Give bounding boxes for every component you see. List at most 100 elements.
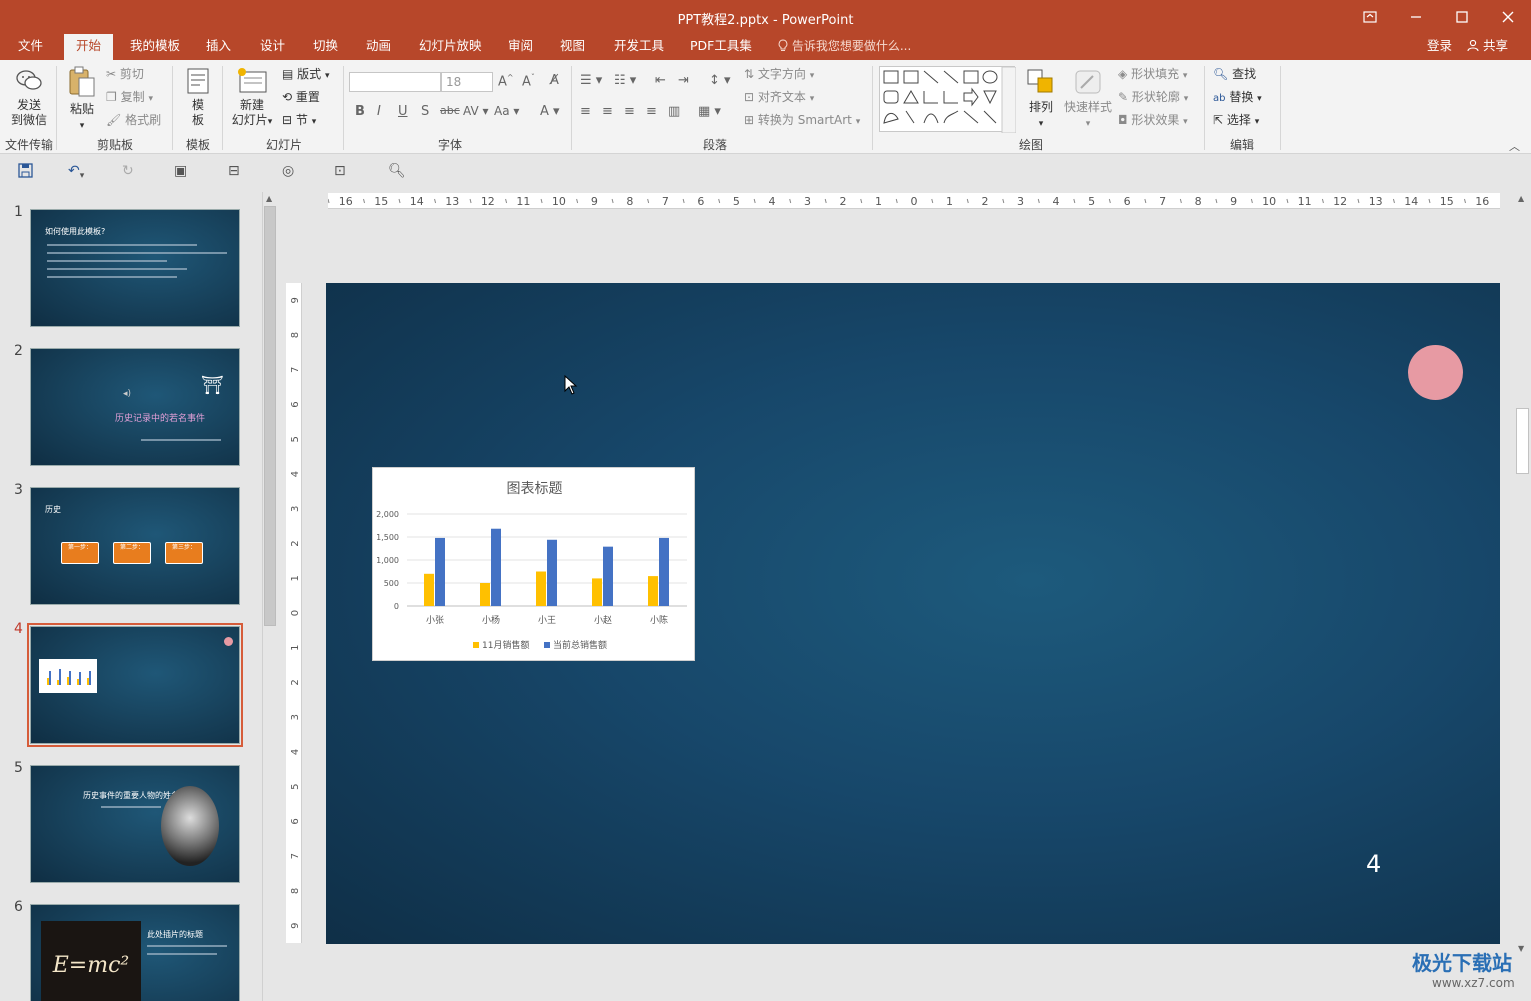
columns-icon[interactable]: ▦ ▾ [698, 104, 721, 119]
italic-icon[interactable]: I [377, 104, 381, 119]
arrange-button[interactable]: 排列 ▾ [1022, 68, 1060, 132]
close-icon[interactable] [1485, 0, 1531, 34]
minimize-icon[interactable] [1393, 0, 1439, 34]
slide-thumbnail-3[interactable]: 历史 第一步： 第二步： 第三步： [30, 487, 240, 605]
tab-pdf-tools[interactable]: PDF工具集 [678, 34, 764, 60]
shape-fill-button[interactable]: ◈ 形状填充 ▾ [1118, 66, 1187, 84]
ruler-label: 5 [290, 436, 301, 442]
tab-home[interactable]: 开始 [64, 34, 114, 60]
bullets-icon[interactable]: ☰ ▾ [580, 73, 602, 88]
change-case-icon[interactable]: Aa ▾ [494, 104, 519, 118]
underline-icon[interactable]: U [398, 104, 408, 119]
grow-font-icon[interactable]: A^ [498, 73, 514, 89]
align-left-icon[interactable]: ≡ [580, 104, 591, 119]
tab-animations[interactable]: 动画 [354, 34, 403, 60]
watermark-url: www.xz7.com [1432, 976, 1515, 990]
reset-button[interactable]: ⟲ 重置 [282, 89, 320, 105]
undo-icon[interactable]: ↶ ▾ [68, 163, 84, 181]
maximize-icon[interactable] [1439, 0, 1485, 34]
convert-smartart-button[interactable]: ⊞ 转换为 SmartArt ▾ [744, 112, 860, 130]
from-beginning-icon[interactable]: ▣ [174, 163, 187, 179]
shape-outline-button[interactable]: ✎ 形状轮廓 ▾ [1118, 89, 1188, 107]
cut-button[interactable]: ✂ 剪切 [106, 66, 144, 82]
tab-design[interactable]: 设计 [248, 34, 297, 60]
new-slide-icon [236, 66, 268, 98]
decrease-indent-icon[interactable]: ⇤ [655, 73, 666, 88]
ruler-tick [824, 198, 827, 204]
tab-review[interactable]: 审阅 [496, 34, 545, 60]
slide-thumbnail-5[interactable]: 历史事件的重要人物的姓名 [30, 765, 240, 883]
tab-transitions[interactable]: 切换 [301, 34, 350, 60]
textbox-icon[interactable]: ⊟ [228, 163, 240, 179]
find-button[interactable]: 🔍︎ 查找 [1213, 66, 1256, 82]
share-button[interactable]: 共享 [1467, 34, 1508, 58]
distributed-icon[interactable]: ▥ [668, 104, 680, 119]
bold-icon[interactable]: B [355, 104, 365, 119]
template-button[interactable]: 模 板 [180, 68, 216, 128]
layout-button[interactable]: ▤ 版式 ▾ [282, 66, 330, 84]
clear-format-icon[interactable]: A̸ [550, 73, 559, 88]
send-to-wechat-button[interactable]: 发送 到微信 [8, 68, 50, 128]
numbering-icon[interactable]: ☷ ▾ [614, 73, 636, 88]
align-right-icon[interactable]: ≡ [624, 104, 635, 119]
text-direction-button[interactable]: ⇅ 文字方向 ▾ [744, 66, 814, 84]
shrink-font-icon[interactable]: Aˇ [522, 73, 535, 89]
line-spacing-icon[interactable]: ↕ ▾ [709, 73, 731, 88]
scrollbar-thumb[interactable] [264, 206, 276, 626]
font-color-icon[interactable]: A ▾ [540, 104, 560, 119]
replace-button[interactable]: ab 替换 ▾ [1213, 89, 1262, 107]
format-painter-button[interactable]: 🖌 格式刷 [106, 112, 161, 128]
tab-view[interactable]: 视图 [548, 34, 597, 60]
slide-thumbnail-2[interactable]: 历史记录中的若名事件 ⛩ ◂) [30, 348, 240, 466]
tab-file[interactable]: 文件 [6, 34, 55, 60]
slide-thumbnail-6[interactable]: E=mc² 此处插片的标题 [30, 904, 240, 1001]
select-button[interactable]: ⇱ 选择 ▾ [1213, 112, 1259, 130]
tab-developer[interactable]: 开发工具 [602, 34, 676, 60]
shadow-icon[interactable]: S [421, 104, 429, 119]
slide-canvas[interactable]: 4 图表标题 0 500 1,000 1,500 2,000 小张 小杨 小王 小赵 小陈 11月销售… [326, 283, 1500, 944]
redo-icon[interactable]: ↻ [122, 163, 134, 179]
ruler-label: 0 [290, 610, 301, 616]
quick-styles-button[interactable]: 快速样式 ▾ [1062, 68, 1114, 132]
pink-circle-shape[interactable] [1408, 345, 1463, 400]
tell-me-search[interactable]: 告诉我您想要做什么... [778, 34, 911, 60]
tab-insert[interactable]: 插入 [194, 34, 243, 60]
editor-scrollbar[interactable]: ▲ ▼ [1514, 192, 1531, 962]
copy-button[interactable]: ❐ 复制 ▾ [106, 89, 153, 107]
align-center-icon[interactable]: ≡ [602, 104, 613, 119]
strikethrough-icon[interactable]: abc [440, 104, 460, 117]
ribbon-tabs: 文件 开始 我的模板 插入 设计 切换 动画 幻灯片放映 审阅 视图 开发工具 … [0, 34, 1531, 60]
paste-button[interactable]: 粘贴 ▾ [64, 66, 100, 134]
slideshow-icon[interactable]: ◎ [282, 163, 294, 179]
ribbon-display-options-icon[interactable] [1347, 0, 1393, 34]
new-slide-button[interactable]: 新建 幻灯片▾ [228, 66, 276, 130]
login-link[interactable]: 登录 [1427, 34, 1452, 58]
scroll-up-icon[interactable]: ▲ [266, 194, 272, 203]
print-preview-icon[interactable]: 🔍︎ [388, 163, 406, 179]
slide-page-number: 4 [1366, 850, 1382, 878]
increase-indent-icon[interactable]: ⇥ [678, 73, 689, 88]
thumbnails-scrollbar[interactable]: ▲ [262, 192, 276, 1001]
tab-slideshow[interactable]: 幻灯片放映 [407, 34, 494, 60]
save-icon[interactable] [18, 163, 33, 182]
section-button[interactable]: ⊟ 节 ▾ [282, 112, 316, 130]
char-spacing-icon[interactable]: AV ▾ [463, 104, 489, 118]
align-text-button[interactable]: ⊡ 对齐文本 ▾ [744, 89, 814, 107]
shapes-gallery[interactable] [879, 66, 1017, 134]
slide-thumbnail-1[interactable]: 如何使用此模板? [30, 209, 240, 327]
present-icon[interactable]: ⊡ [334, 163, 346, 179]
ruler-label: 6 [1124, 195, 1131, 208]
bar-chart[interactable]: 图表标题 0 500 1,000 1,500 2,000 小张 小杨 小王 小赵 小陈 11月销售额 当… [372, 467, 695, 661]
justify-icon[interactable]: ≡ [646, 104, 657, 119]
scrollbar-thumb[interactable] [1516, 408, 1529, 474]
font-name-combo[interactable] [349, 72, 441, 92]
thumb-step-box: 第二步： [113, 542, 151, 564]
scroll-down-icon[interactable]: ▼ [1518, 944, 1524, 953]
scroll-up-icon[interactable]: ▲ [1518, 194, 1524, 203]
font-size-combo[interactable]: 18 [441, 72, 493, 92]
tab-my-templates[interactable]: 我的模板 [118, 34, 192, 60]
shape-effects-button[interactable]: ◘ 形状效果 ▾ [1118, 112, 1188, 130]
slide-thumbnail-4[interactable] [27, 623, 243, 747]
convert-smartart-label: 转换为 SmartArt [757, 113, 852, 127]
collapse-ribbon-icon[interactable]: ︿ [1509, 138, 1520, 154]
